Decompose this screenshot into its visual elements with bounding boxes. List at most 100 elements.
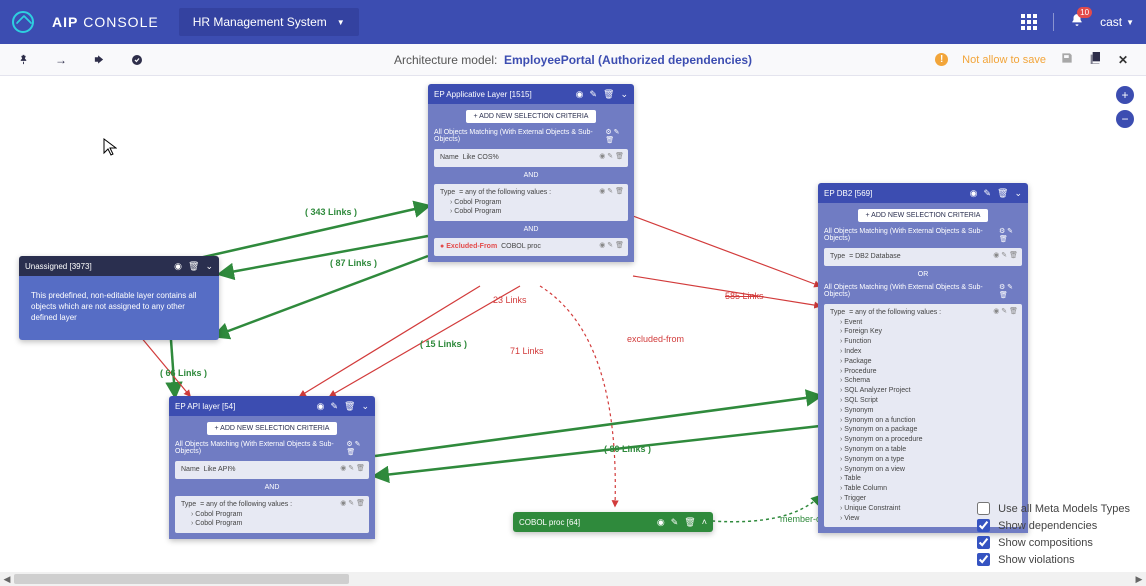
section-icons[interactable]: ⚙ ✎ 🗑	[605, 128, 628, 144]
matching-label: All Objects Matching (With External Obje…	[824, 284, 995, 298]
panel-app-layer[interactable]: EP Applicative Layer [1515] ◉ ✎ 🗑 ⌄ + AD…	[428, 84, 634, 262]
type-val: Foreign Key	[840, 327, 1016, 337]
export-icon[interactable]	[93, 54, 105, 65]
user-menu[interactable]: cast ▼	[1100, 15, 1134, 29]
pin-icon[interactable]	[18, 54, 29, 65]
link-label-excluded: excluded-from	[627, 334, 684, 344]
scroll-right-icon[interactable]: ▶	[1132, 574, 1146, 585]
criteria-type-simple[interactable]: Type = DB2 Database ◉ ✎ 🗑	[824, 248, 1022, 266]
chevron-up-icon[interactable]: ˄	[702, 517, 707, 527]
type-val: SQL Analyzer Project	[840, 386, 1016, 396]
criteria-excluded[interactable]: ●Excluded-From COBOL proc ◉ ✎ 🗑	[434, 238, 628, 256]
scroll-left-icon[interactable]: ◀	[0, 574, 14, 585]
logo-icon	[12, 11, 34, 33]
legend: Use all Meta Models Types Show dependenc…	[977, 498, 1130, 570]
edit-icon[interactable]: ✎	[589, 89, 597, 100]
eye-icon[interactable]: ◉	[174, 261, 182, 272]
panel-db2[interactable]: EP DB2 [569] ◉ ✎ 🗑 ⌄ + ADD NEW SELECTION…	[818, 183, 1028, 533]
user-name: cast	[1100, 15, 1122, 29]
add-criteria-button[interactable]: + ADD NEW SELECTION CRITERIA	[207, 422, 338, 435]
legend-viol-label: Show violations	[998, 554, 1074, 566]
type-val: Synonym on a table	[840, 445, 1016, 455]
crit-key: Type	[830, 309, 845, 316]
zoom-in-button[interactable]: +	[1116, 86, 1134, 104]
type-val: Index	[840, 347, 1016, 357]
criteria-type[interactable]: Type = any of the following values : ◉ ✎…	[434, 184, 628, 221]
project-selector[interactable]: HR Management System ▼	[179, 8, 359, 36]
add-criteria-button[interactable]: + ADD NEW SELECTION CRITERIA	[466, 110, 597, 123]
eye-icon[interactable]: ◉	[970, 188, 978, 199]
row-icons[interactable]: ◉ ✎ 🗑	[599, 187, 624, 197]
breadcrumb: Architecture model: EmployeePortal (Auth…	[394, 53, 752, 67]
matching-label: All Objects Matching (With External Obje…	[824, 228, 995, 242]
delete-icon[interactable]: 🗑	[344, 401, 355, 412]
row-icons[interactable]: ◉ ✎ 🗑	[599, 241, 624, 251]
crit-cond: = any of the following values :	[849, 309, 941, 316]
apps-grid-icon[interactable]	[1021, 14, 1037, 30]
eye-icon[interactable]: ◉	[657, 517, 665, 528]
chevron-down-icon[interactable]: ⌄	[1014, 188, 1022, 199]
add-criteria-button[interactable]: + ADD NEW SELECTION CRITERIA	[858, 209, 989, 222]
matching-label: All Objects Matching (With External Obje…	[175, 441, 342, 455]
criteria-type-list[interactable]: Type = any of the following values : ◉ ✎…	[824, 304, 1022, 528]
excl-label: Excluded-From	[446, 243, 497, 250]
copy-icon[interactable]	[1088, 50, 1104, 69]
link-label-343: ( 343 Links )	[305, 207, 357, 217]
type-val: Synonym on a function	[840, 416, 1016, 426]
chevron-down-icon[interactable]: ⌄	[620, 89, 628, 100]
warning-icon: !	[935, 53, 948, 66]
chevron-down-icon[interactable]: ⌄	[361, 401, 369, 412]
type-val: Event	[840, 318, 1016, 328]
arrow-right-icon[interactable]: →	[55, 53, 67, 67]
type-val: Synonym on a package	[840, 425, 1016, 435]
notifications-button[interactable]: 10	[1070, 13, 1084, 32]
section-icons[interactable]: ⚙ ✎ 🗑	[346, 440, 369, 456]
eye-icon[interactable]: ◉	[576, 89, 584, 100]
close-icon[interactable]: ✕	[1118, 53, 1128, 67]
dot-icon: ●	[440, 243, 444, 250]
model-name: EmployeePortal (Authorized dependencies)	[504, 53, 752, 67]
legend-deps-label: Show dependencies	[998, 520, 1097, 532]
row-icons[interactable]: ◉ ✎ 🗑	[993, 251, 1018, 261]
panel-api-layer[interactable]: EP API layer [54] ◉ ✎ 🗑 ⌄ + ADD NEW SELE…	[169, 396, 375, 539]
delete-icon[interactable]: 🗑	[603, 89, 614, 100]
edit-icon[interactable]: ✎	[983, 188, 991, 199]
criteria-name[interactable]: Name Like API% ◉ ✎ 🗑	[175, 461, 369, 479]
warning-text: Not allow to save	[962, 54, 1046, 66]
panel-cobol-proc[interactable]: COBOL proc [64] ◉ ✎ 🗑 ˄	[513, 512, 713, 532]
scroll-track[interactable]	[14, 574, 1132, 584]
section-icons[interactable]: ⚙ ✎ 🗑	[999, 227, 1022, 243]
crit-val: = DB2 Database	[849, 253, 901, 260]
diagram-canvas[interactable]: ( 343 Links ) ( 87 Links ) ( 15 Links ) …	[0, 76, 1146, 572]
criteria-type[interactable]: Type = any of the following values : ◉ ✎…	[175, 496, 369, 533]
delete-icon[interactable]: 🗑	[997, 188, 1008, 199]
legend-comp[interactable]: Show compositions	[977, 536, 1130, 549]
eye-icon[interactable]: ◉	[317, 401, 325, 412]
crit-key: Type	[440, 189, 455, 196]
section-icons[interactable]: ⚙ ✎ 🗑	[999, 283, 1022, 299]
type-val: Synonym on a procedure	[840, 435, 1016, 445]
row-icons[interactable]: ◉ ✎ 🗑	[340, 464, 365, 474]
panel-unassigned[interactable]: Unassigned [3973] ◉ 🗑 ⌄ This predefined,…	[19, 256, 219, 340]
row-icons[interactable]: ◉ ✎ 🗑	[340, 499, 365, 509]
row-icons[interactable]: ◉ ✎ 🗑	[599, 152, 624, 162]
row-icons[interactable]: ◉ ✎ 🗑	[993, 307, 1018, 317]
horizontal-scrollbar[interactable]: ◀ ▶	[0, 572, 1146, 586]
scroll-thumb[interactable]	[14, 574, 349, 584]
legend-comp-label: Show compositions	[998, 537, 1093, 549]
edit-icon[interactable]: ✎	[671, 517, 679, 528]
panel-unassigned-title: Unassigned [3973]	[25, 262, 168, 271]
delete-icon[interactable]: 🗑	[684, 517, 695, 528]
delete-icon[interactable]: 🗑	[188, 261, 199, 272]
legend-viol[interactable]: Show violations	[977, 553, 1130, 566]
legend-meta[interactable]: Use all Meta Models Types	[977, 502, 1130, 515]
zoom-out-button[interactable]: −	[1116, 110, 1134, 128]
legend-deps[interactable]: Show dependencies	[977, 519, 1130, 532]
edit-icon[interactable]: ✎	[330, 401, 338, 412]
chevron-down-icon[interactable]: ⌄	[205, 261, 213, 272]
check-circle-icon[interactable]	[131, 54, 143, 66]
type-val: Table	[840, 474, 1016, 484]
save-icon[interactable]	[1060, 51, 1074, 68]
panel-app-layer-title: EP Applicative Layer [1515]	[434, 90, 570, 99]
criteria-name[interactable]: Name Like COS% ◉ ✎ 🗑	[434, 149, 628, 167]
